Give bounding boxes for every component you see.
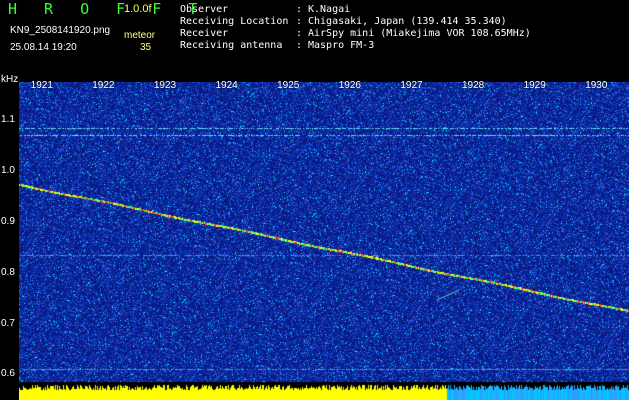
meta-value: Maspro FM-3 bbox=[308, 40, 375, 51]
meta-key: Receiving antenna bbox=[180, 40, 283, 51]
x-tick-label: 1929 bbox=[523, 80, 546, 91]
spectrogram-canvas bbox=[19, 82, 629, 400]
app-title: H R O F F T bbox=[8, 0, 207, 18]
y-tick-label: 0.7 bbox=[1, 317, 15, 329]
x-tick-label: 1922 bbox=[92, 80, 115, 91]
meteor-count: 35 bbox=[140, 42, 152, 53]
y-tick-label: 0.8 bbox=[1, 266, 15, 278]
datetime-label: 25.08.14 19:20 bbox=[10, 42, 77, 53]
x-tick-label: 1930 bbox=[585, 80, 608, 91]
filename-label: KN9_2508141920.png bbox=[10, 25, 111, 36]
y-tick-label: 0.6 bbox=[1, 368, 15, 380]
y-tick-label: 1.1 bbox=[1, 114, 15, 126]
x-tick-label: 1921 bbox=[30, 80, 53, 91]
x-tick-label: 1926 bbox=[338, 80, 361, 91]
meta-sep: : bbox=[296, 40, 303, 51]
version-label: 1.0.0f bbox=[124, 3, 152, 15]
y-unit-label: kHz bbox=[1, 74, 19, 85]
x-tick-label: 1925 bbox=[277, 80, 300, 91]
x-tick-label: 1927 bbox=[400, 80, 423, 91]
y-tick-label: 1.0 bbox=[1, 164, 15, 176]
x-tick-label: 1924 bbox=[215, 80, 238, 91]
y-tick-label: 0.9 bbox=[1, 215, 15, 227]
x-tick-label: 1923 bbox=[153, 80, 177, 91]
x-tick-label: 1928 bbox=[461, 80, 485, 91]
